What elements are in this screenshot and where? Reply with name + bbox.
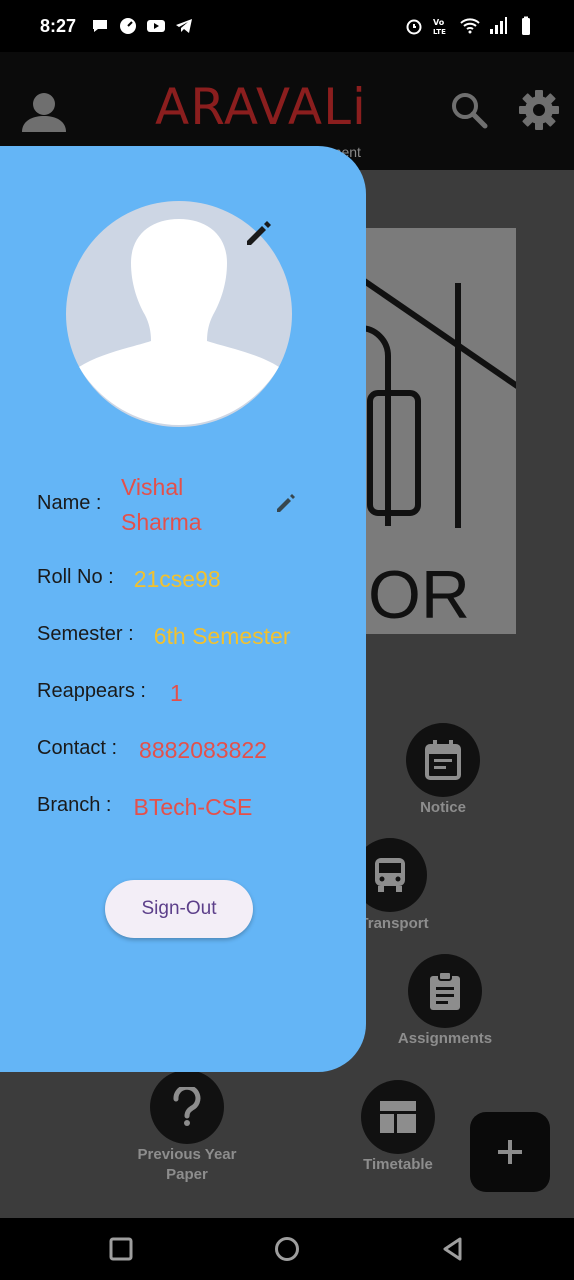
- signal-icon: [490, 17, 507, 34]
- status-time: 8:27: [40, 16, 77, 36]
- contact-row: Contact : 8882083822: [37, 737, 267, 764]
- timetable-button[interactable]: [361, 1080, 435, 1154]
- previous-year-paper-button[interactable]: [150, 1070, 224, 1144]
- branch-label: Branch :: [37, 794, 112, 816]
- plus-icon: [498, 1140, 522, 1164]
- banner-text: OR: [368, 557, 470, 633]
- battery-icon: [522, 16, 530, 35]
- svg-text:Vo: Vo: [433, 18, 445, 27]
- profile-avatar-icon[interactable]: [20, 88, 68, 136]
- previous-year-paper-label-line2: Paper: [166, 1166, 208, 1183]
- sign-out-button[interactable]: Sign-Out: [105, 880, 253, 938]
- speedometer-icon: [120, 18, 136, 34]
- roll-value: 21cse98: [133, 566, 221, 592]
- status-system-icons: Vo LTE: [404, 16, 536, 36]
- calendar-icon: [425, 740, 461, 780]
- home-icon[interactable]: [274, 1236, 300, 1262]
- recents-icon[interactable]: [108, 1236, 134, 1262]
- name-label: Name :: [37, 492, 102, 514]
- semester-row: Semester : 6th Semester: [37, 623, 291, 650]
- reappears-label: Reappears :: [37, 680, 146, 702]
- name-value: Vishal Sharma: [121, 474, 202, 535]
- semester-value: 6th Semester: [153, 623, 291, 649]
- status-bar: 8:27 Vo LTE: [0, 0, 574, 52]
- status-notification-icons: [90, 16, 194, 36]
- branch-value: BTech-CSE: [133, 794, 253, 820]
- reappears-value: 1: [169, 680, 183, 706]
- add-fab-button[interactable]: [470, 1112, 550, 1192]
- roll-row: Roll No : 21cse98: [37, 566, 221, 593]
- name-row: Name :: [37, 492, 101, 515]
- clipboard-icon: [430, 971, 460, 1010]
- gear-icon[interactable]: [517, 88, 561, 132]
- youtube-icon: [147, 20, 165, 32]
- reappears-row: Reappears : 1: [37, 680, 183, 707]
- semester-label: Semester :: [37, 623, 134, 645]
- system-nav-bar: [0, 1218, 574, 1280]
- branch-row: Branch : BTech-CSE: [37, 794, 252, 821]
- bus-icon: [375, 858, 405, 892]
- app-title: ARAVALi: [155, 78, 367, 136]
- edit-photo-icon[interactable]: [244, 218, 274, 248]
- previous-year-paper-label-line1: Previous Year: [137, 1146, 237, 1163]
- roll-label: Roll No :: [37, 566, 114, 588]
- alarm-icon: [406, 19, 422, 35]
- chat-bubble-icon: [93, 20, 107, 32]
- contact-value: 8882083822: [139, 737, 267, 763]
- telegram-icon: [176, 19, 192, 33]
- profile-drawer: Name : Vishal Sharma Roll No : 21cse98 S…: [0, 146, 366, 1072]
- question-icon: [173, 1087, 201, 1126]
- edit-name-icon[interactable]: [275, 492, 297, 514]
- svg-text:LTE: LTE: [433, 28, 446, 36]
- contact-label: Contact :: [37, 737, 118, 759]
- notice-label: Notice: [420, 799, 466, 816]
- volte-icon: VoLTE: [433, 18, 446, 36]
- assignments-label: Assignments: [397, 1030, 493, 1047]
- assignments-button[interactable]: [408, 954, 482, 1028]
- timetable-label: Timetable: [363, 1156, 433, 1173]
- notice-button[interactable]: [406, 723, 480, 797]
- timetable-icon: [380, 1101, 416, 1133]
- back-icon[interactable]: [440, 1236, 466, 1262]
- search-icon[interactable]: [447, 88, 491, 132]
- wifi-icon: [460, 18, 480, 34]
